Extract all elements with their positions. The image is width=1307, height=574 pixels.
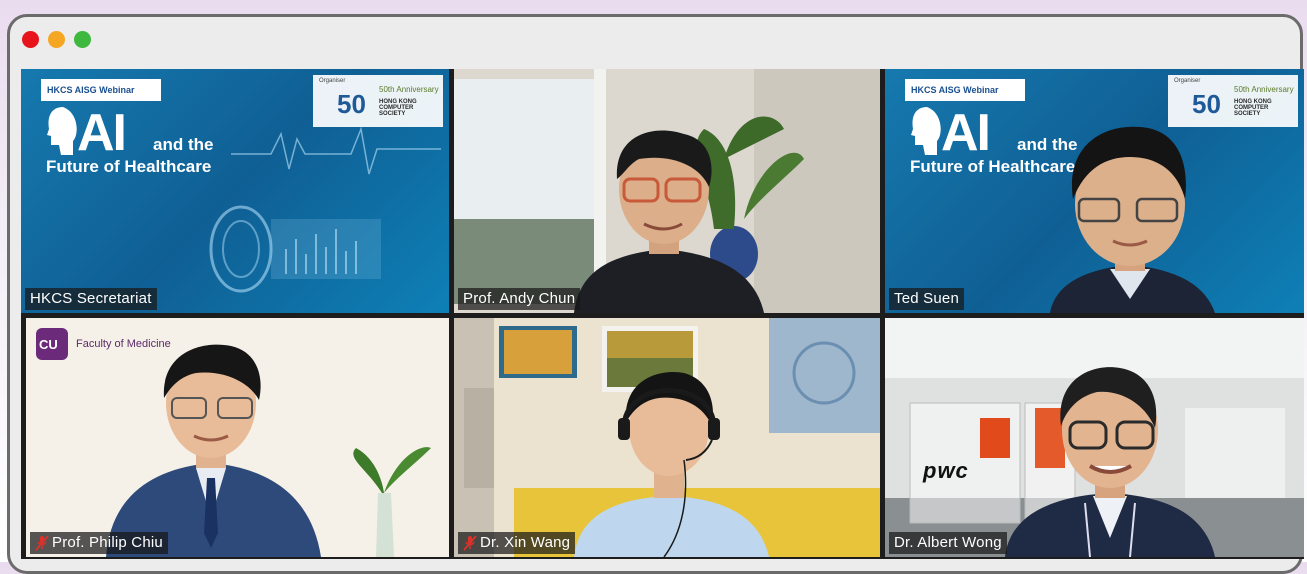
organiser-label: Organiser <box>319 78 346 84</box>
anniversary-label: 50th Anniversary <box>379 85 439 94</box>
zoom-button[interactable] <box>74 31 91 48</box>
participant-tile-ted-suen[interactable]: HKCS AISG Webinar Organiser 50 50th Anni… <box>885 69 1304 313</box>
cuhk-logo: CU <box>39 337 58 352</box>
pwc-logo: pwc <box>923 458 969 483</box>
video-feed-andy-chun <box>454 69 880 313</box>
muted-mic-icon <box>35 534 49 551</box>
organiser-logo: Organiser 50 50th Anniversary HONG KONG … <box>313 75 443 127</box>
participant-tile-andy-chun[interactable]: Prof. Andy Chun <box>454 69 880 313</box>
participant-name: Dr. Xin Wang <box>480 534 571 551</box>
participant-name-label: Dr. Albert Wong <box>889 532 1007 554</box>
minimize-button[interactable] <box>48 31 65 48</box>
slide-header-label: HKCS AISG Webinar <box>41 79 161 101</box>
video-feed-ted-suen <box>1050 126 1215 313</box>
participant-name-label: Prof. Philip Chiu <box>30 532 168 554</box>
participant-name: HKCS Secretariat <box>30 290 152 307</box>
heartbeat-graphic <box>231 126 441 175</box>
participant-tile-hkcs-secretariat[interactable]: HKCS AISG Webinar Organiser 50 50th Anni… <box>21 69 449 313</box>
video-feed-albert-wong <box>885 318 1304 557</box>
faculty-label: Faculty of Medicine <box>76 338 171 350</box>
participant-name: Dr. Albert Wong <box>894 534 1002 551</box>
ai-head-icon <box>47 107 77 155</box>
participant-name-label: Prof. Andy Chun <box>458 288 581 310</box>
participant-name-label: Ted Suen <box>889 288 964 310</box>
participant-name: Prof. Andy Chun <box>463 290 576 307</box>
participant-grid: HKCS AISG Webinar Organiser 50 50th Anni… <box>21 69 1304 559</box>
slide-title-ai: AI <box>77 104 127 162</box>
fifty-logo: 50 <box>337 89 366 119</box>
window-controls <box>22 31 91 48</box>
scan-graphic <box>209 205 381 293</box>
video-call-window: HKCS AISG Webinar Organiser 50 50th Anni… <box>7 14 1304 574</box>
video-feed-xin-wang <box>454 318 880 557</box>
participant-name: Ted Suen <box>894 290 959 307</box>
participant-tile-albert-wong[interactable]: pwc Dr. Albert Wong <box>885 318 1304 557</box>
slide-subtitle: Future of Healthcare <box>46 157 212 176</box>
org-name: HONG KONG COMPUTER SOCIETY <box>379 99 417 117</box>
participant-name-label: Dr. Xin Wang <box>458 532 576 554</box>
muted-mic-icon <box>463 534 477 551</box>
participant-name-label: HKCS Secretariat <box>25 288 157 310</box>
participant-tile-philip-chiu[interactable]: CU Faculty of Medicine Prof. Philip Chiu <box>26 318 449 557</box>
close-button[interactable] <box>22 31 39 48</box>
slide-title-and: and the <box>153 135 214 154</box>
participant-name: Prof. Philip Chiu <box>52 534 163 551</box>
video-feed-philip-chiu <box>26 318 449 557</box>
participant-tile-xin-wang[interactable]: Dr. Xin Wang <box>454 318 880 557</box>
